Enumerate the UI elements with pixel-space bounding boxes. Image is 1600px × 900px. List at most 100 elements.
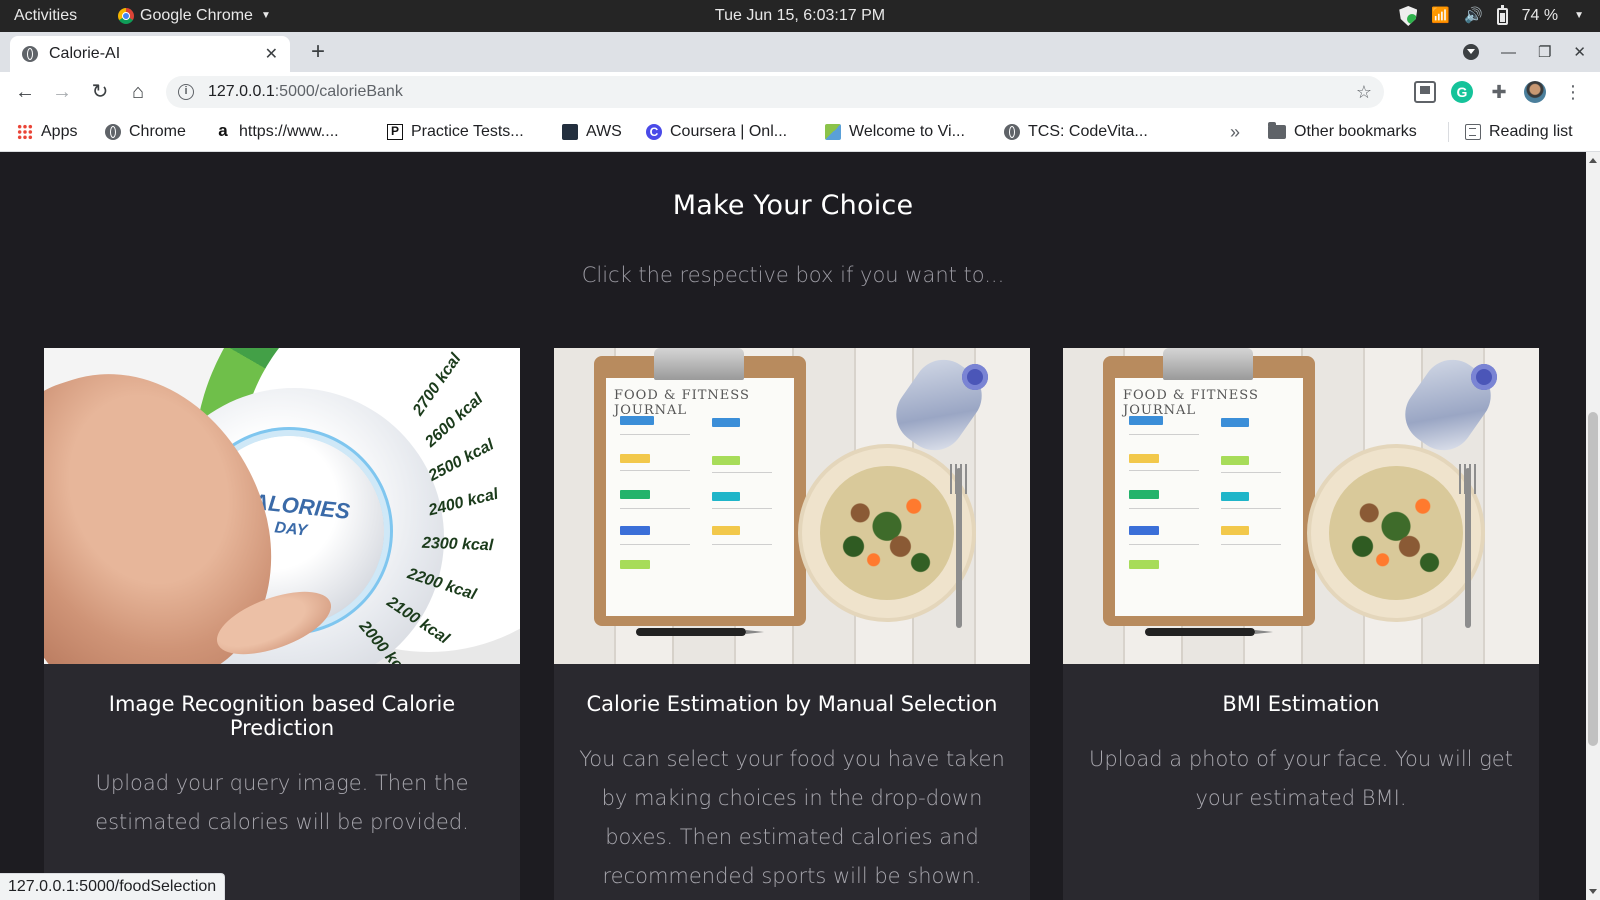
apps-icon (17, 124, 33, 140)
other-bookmarks[interactable]: Other bookmarks (1268, 112, 1417, 152)
url-path: :5000/calorieBank (274, 83, 403, 100)
bookmarks-divider (1448, 122, 1449, 142)
tab-search-icon[interactable] (1462, 44, 1479, 60)
bookmark-amazon[interactable]: a https://www.... (215, 112, 339, 152)
reading-list-icon (1465, 124, 1481, 140)
reload-icon[interactable]: ↻ (86, 78, 114, 106)
clipboard-clip (1163, 348, 1253, 380)
bookmark-aws[interactable]: AWS (562, 112, 622, 152)
scrollbar-thumb[interactable] (1588, 412, 1598, 746)
journal-tag (1129, 526, 1159, 535)
bookmark-label: AWS (586, 123, 622, 140)
calorie-dial-image[interactable]: CALORIES DAY 2700 kcal 2600 kcal 2500 kc… (44, 348, 520, 664)
bookmark-welcome-vi[interactable]: Welcome to Vi... (825, 112, 965, 152)
journal-line (1129, 544, 1199, 545)
food-journal-image[interactable]: FOOD & FITNESS JOURNAL (1063, 348, 1539, 664)
salad (820, 466, 954, 600)
journal-tag (620, 490, 650, 499)
page-content: Make Your Choice Click the respective bo… (0, 152, 1586, 900)
card-title: BMI Estimation (1222, 692, 1380, 716)
bookmark-label: Apps (41, 123, 78, 140)
menu-kebab-icon[interactable]: ⋮ (1564, 81, 1582, 103)
globe-icon (22, 46, 38, 62)
journal-line (1129, 434, 1199, 435)
bookmark-label: TCS: CodeVita... (1028, 123, 1148, 140)
bookmark-label: Coursera | Onl... (670, 123, 788, 140)
fork (950, 464, 968, 628)
salad (1329, 466, 1463, 600)
journal-tag (712, 526, 740, 535)
card-bmi-estimation[interactable]: FOOD & FITNESS JOURNAL BMI Estimation Up… (1063, 348, 1539, 900)
system-tray[interactable]: 📶 🔊 74 % ▼ (1399, 0, 1584, 32)
bookmark-label: Chrome (129, 123, 186, 140)
system-top-bar: Activities Google Chrome ▼ Tue Jun 15, 6… (0, 0, 1600, 32)
scroll-down-arrow-icon[interactable] (1589, 889, 1597, 894)
card-title: Calorie Estimation by Manual Selection (586, 692, 998, 716)
app-menu[interactable]: Google Chrome ▼ (118, 0, 271, 32)
card-image-recognition[interactable]: CALORIES DAY 2700 kcal 2600 kcal 2500 kc… (44, 348, 520, 900)
journal-tag (620, 560, 650, 569)
close-tab-icon[interactable]: ✕ (265, 44, 278, 64)
caret-down-icon: ▼ (260, 10, 271, 21)
bookmark-label: https://www.... (239, 123, 339, 140)
journal-tag (620, 526, 650, 535)
bookmark-apps[interactable]: Apps (17, 112, 77, 152)
bookmark-star-icon[interactable]: ☆ (1356, 82, 1372, 103)
bookmark-label: Practice Tests... (411, 123, 524, 140)
clipboard-clip (654, 348, 744, 380)
journal-title: FOOD & FITNESS JOURNAL (614, 388, 750, 418)
journal-line (620, 544, 690, 545)
site-info-icon[interactable]: i (178, 84, 194, 100)
bookmark-label: Welcome to Vi... (849, 123, 965, 140)
aws-icon (562, 124, 578, 140)
other-bookmarks-label: Other bookmarks (1294, 123, 1417, 140)
scroll-up-arrow-icon[interactable] (1589, 158, 1597, 163)
journal-line (620, 508, 690, 509)
security-shield-icon[interactable] (1399, 6, 1418, 26)
tab-calorie-ai[interactable]: Calorie-AI ✕ (10, 36, 290, 72)
card-description: You can select your food you have taken … (579, 747, 1005, 888)
journal-line (712, 472, 772, 473)
journal-line (620, 470, 690, 471)
card-manual-selection[interactable]: FOOD & FITNESS JOURNAL Calorie Estimatio… (554, 348, 1030, 900)
home-icon[interactable]: ⌂ (124, 78, 152, 106)
wifi-icon: 📶 (1431, 7, 1450, 24)
url-text[interactable]: 127.0.0.1:5000/calorieBank (208, 83, 1356, 101)
globe-icon (105, 124, 121, 140)
address-bar[interactable]: i 127.0.0.1:5000/calorieBank ☆ (166, 76, 1384, 108)
journal-tag (1221, 418, 1249, 427)
page-scrollbar[interactable] (1586, 152, 1600, 900)
bookmark-chrome[interactable]: Chrome (105, 112, 186, 152)
extension-square-icon[interactable] (1414, 81, 1436, 103)
journal-line (1221, 508, 1281, 509)
food-journal-image[interactable]: FOOD & FITNESS JOURNAL (554, 348, 1030, 664)
card-description: Upload your query image. Then the estima… (95, 771, 469, 834)
journal-tag (1129, 454, 1159, 463)
journal-tag (620, 454, 650, 463)
profile-avatar[interactable] (1524, 81, 1546, 103)
bookmark-practice-tests[interactable]: P Practice Tests... (387, 112, 524, 152)
activities-button[interactable]: Activities (14, 0, 77, 32)
journal-tag (1221, 456, 1249, 465)
globe-icon (1004, 124, 1020, 140)
extensions-puzzle-icon[interactable]: ✚ (1488, 81, 1510, 103)
battery-percent: 74 % (1521, 7, 1559, 24)
page-subtitle: Click the respective box if you want to.… (581, 263, 1005, 287)
minimize-icon[interactable]: — (1501, 44, 1516, 61)
forward-arrow-icon[interactable]: → (48, 78, 76, 106)
restore-icon[interactable]: ❐ (1538, 43, 1551, 61)
close-window-icon[interactable]: ✕ (1573, 43, 1586, 61)
bookmark-coursera[interactable]: C Coursera | Onl... (646, 112, 787, 152)
reading-list[interactable]: Reading list (1465, 112, 1573, 152)
bottle-cap (1471, 364, 1497, 390)
grammarly-icon[interactable]: G (1451, 81, 1473, 103)
journal-tag (1221, 526, 1249, 535)
pen (636, 628, 764, 636)
bookmark-tcs-codevita[interactable]: TCS: CodeVita... (1004, 112, 1148, 152)
amazon-icon: a (218, 121, 228, 140)
back-arrow-icon[interactable]: ← (11, 78, 39, 106)
journal-line (712, 508, 772, 509)
more-bookmarks-chevron-icon[interactable]: » (1230, 112, 1240, 152)
new-tab-button[interactable]: + (304, 38, 332, 66)
caret-down-icon: ▼ (1574, 10, 1584, 21)
